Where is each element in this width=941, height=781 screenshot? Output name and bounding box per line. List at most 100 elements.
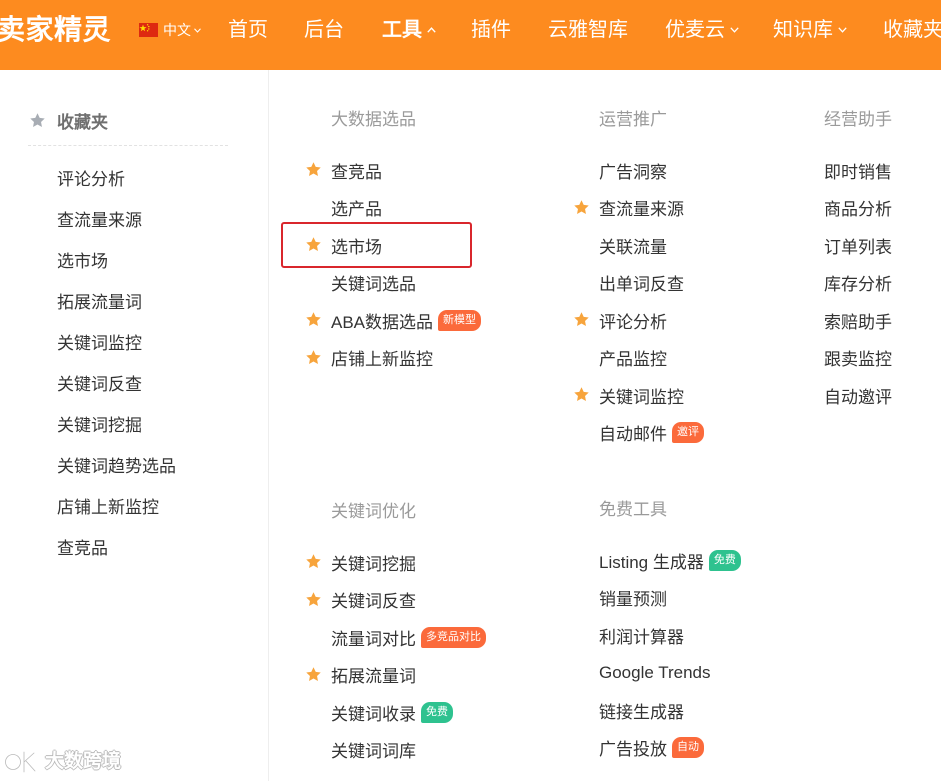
page: 卖家精灵 中文 首页 后台 工具 插件 云雅智库 优麦云 知识库 收藏夹 收藏夹… xyxy=(0,0,941,781)
menu-item-keyword-monitor[interactable]: 关键词监控 xyxy=(573,376,704,414)
menu-item-label: 商品分析 xyxy=(824,200,892,219)
group-title-free-tools: 免费工具 xyxy=(599,500,667,519)
fav-item-keyword-trend-selection[interactable]: 关键词趋势选品 xyxy=(57,446,176,487)
menu-item-keyword-mining[interactable]: 关键词挖掘 xyxy=(305,543,486,581)
menu-item-product-selection[interactable]: 选产品 xyxy=(305,189,481,227)
star-icon[interactable] xyxy=(573,311,590,328)
brand-logo[interactable]: 卖家精灵 xyxy=(0,12,116,48)
menu-item-keyword-selection[interactable]: 关键词选品 xyxy=(305,264,481,302)
menu-item-product-analysis[interactable]: 商品分析 xyxy=(798,189,892,227)
fav-item-competitor-research[interactable]: 查竞品 xyxy=(57,528,176,569)
menu-item-related-traffic[interactable]: 关联流量 xyxy=(573,226,704,264)
menu-item-label: 自动邀评 xyxy=(824,387,892,407)
menu-item-label: 查流量来源 xyxy=(599,200,684,219)
menu-item-ad-placement[interactable]: 广告投放 自动 xyxy=(573,729,741,767)
fav-item-reverse-keyword[interactable]: 关键词反查 xyxy=(57,364,176,405)
nav-plugins[interactable]: 插件 xyxy=(471,18,511,42)
favorites-list: 评论分析 查流量来源 选市场 拓展流量词 关键词监控 关键词反查 关键词挖掘 关… xyxy=(57,159,176,569)
menu-item-label: 店铺上新监控 xyxy=(331,350,433,369)
menu-item-reverse-keyword[interactable]: 关键词反查 xyxy=(305,581,486,619)
fav-item-expand-traffic-keywords[interactable]: 拓展流量词 xyxy=(57,282,176,323)
fav-item-keyword-monitor[interactable]: 关键词监控 xyxy=(57,323,176,364)
nav-home[interactable]: 首页 xyxy=(228,18,268,42)
nav-yunya-library[interactable]: 云雅智库 xyxy=(548,18,628,42)
menu-item-label: 关键词反查 xyxy=(331,592,416,611)
nav-favorites[interactable]: 收藏夹 xyxy=(883,18,941,42)
menu-item-keyword-library[interactable]: 关键词词库 xyxy=(305,731,486,769)
menu-item-label: 评论分析 xyxy=(599,312,667,332)
menu-item-market-research[interactable]: 选市场 xyxy=(305,226,481,264)
watermark-text: 大数跨境 xyxy=(45,751,122,772)
fav-item-keyword-mining[interactable]: 关键词挖掘 xyxy=(57,405,176,446)
language-switcher[interactable]: 中文 xyxy=(139,20,201,40)
menu-item-product-monitor[interactable]: 产品监控 xyxy=(573,339,704,377)
nav-tools-label: 工具 xyxy=(382,19,422,41)
menu-item-inventory-analysis[interactable]: 库存分析 xyxy=(798,264,892,302)
star-icon[interactable] xyxy=(305,591,322,608)
menu-item-label: 广告洞察 xyxy=(599,162,667,182)
menu-item-order-list[interactable]: 订单列表 xyxy=(798,226,892,264)
menu-item-label: 即时销售 xyxy=(824,162,892,182)
group-title-operations-promotion: 运营推广 xyxy=(599,110,667,129)
star-icon[interactable] xyxy=(573,199,590,216)
menu-item-review-analysis[interactable]: 评论分析 xyxy=(573,301,704,339)
fav-item-store-new-listing-monitor[interactable]: 店铺上新监控 xyxy=(57,487,176,528)
menu-item-traffic-source[interactable]: 查流量来源 xyxy=(573,189,704,227)
nav-tools[interactable]: 工具 xyxy=(382,18,436,42)
menu-item-label: 关键词监控 xyxy=(599,387,684,407)
menu-item-label: 关键词词库 xyxy=(331,742,416,761)
menu-item-order-keyword-reverse[interactable]: 出单词反查 xyxy=(573,264,704,302)
menu-item-profit-calculator[interactable]: 利润计算器 xyxy=(573,616,741,654)
star-icon[interactable] xyxy=(305,666,322,683)
star-icon xyxy=(29,112,46,129)
star-icon[interactable] xyxy=(305,236,322,253)
menu-item-label: 跟卖监控 xyxy=(824,350,892,369)
fav-item-traffic-source[interactable]: 查流量来源 xyxy=(57,200,176,241)
chevron-down-icon xyxy=(838,27,847,33)
star-icon[interactable] xyxy=(305,349,322,366)
menu-item-auto-review-request[interactable]: 自动邀评 xyxy=(798,376,892,414)
nav-yunya-library-label: 云雅智库 xyxy=(548,19,628,41)
nav-knowledge-base[interactable]: 知识库 xyxy=(773,18,847,42)
menu-item-claim-assistant[interactable]: 索赔助手 xyxy=(798,301,892,339)
chevron-down-icon xyxy=(194,27,201,33)
menu-item-label: 查竞品 xyxy=(331,162,382,182)
favorites-header: 收藏夹 xyxy=(29,108,108,132)
fav-item-market-research[interactable]: 选市场 xyxy=(57,241,176,282)
watermark-logo-icon xyxy=(4,750,37,774)
menu-item-label: 流量词对比 xyxy=(331,629,416,649)
menu-item-google-trends[interactable]: Google Trends xyxy=(573,654,741,692)
nav-plugins-label: 插件 xyxy=(471,19,511,41)
star-icon[interactable] xyxy=(305,553,322,570)
nav-youmaiyun[interactable]: 优麦云 xyxy=(665,18,739,42)
menu-item-expand-traffic-keywords[interactable]: 拓展流量词 xyxy=(305,656,486,694)
menu-item-aba-selection[interactable]: ABA数据选品 新模型 xyxy=(305,301,482,339)
watermark: 大数跨境 xyxy=(4,748,121,776)
china-flag-icon xyxy=(139,23,158,37)
menu-item-realtime-sales[interactable]: 即时销售 xyxy=(798,151,892,189)
menu-item-competitor-research[interactable]: 查竞品 xyxy=(305,151,481,189)
menu-item-ad-insights[interactable]: 广告洞察 xyxy=(573,151,704,189)
menu-item-store-new-listing-monitor[interactable]: 店铺上新监控 xyxy=(305,339,481,377)
auto-badge: 自动 xyxy=(672,737,704,758)
menu-item-sales-forecast[interactable]: 销量预测 xyxy=(573,579,741,617)
new-model-badge: 新模型 xyxy=(438,309,482,331)
brand-logo-text: 卖家精灵 xyxy=(0,14,112,45)
menu-item-listing-generator[interactable]: Listing 生成器 免费 xyxy=(573,541,741,579)
favorites-title: 收藏夹 xyxy=(57,112,108,132)
menu-item-traffic-keyword-compare[interactable]: 流量词对比 多竞品对比 xyxy=(305,618,486,656)
nav-backend[interactable]: 后台 xyxy=(304,18,344,42)
menu-item-link-generator[interactable]: 链接生成器 xyxy=(573,691,741,729)
menu-item-label: 广告投放 xyxy=(599,740,667,759)
star-icon[interactable] xyxy=(573,386,590,403)
operations-promotion-list: 广告洞察 查流量来源 关联流量 出单词反查 评论分析 产品监控 关键词监控 自动… xyxy=(573,151,704,451)
business-assistant-list: 即时销售 商品分析 订单列表 库存分析 索赔助手 跟卖监控 自动邀评 xyxy=(798,151,892,414)
menu-item-auto-email[interactable]: 自动邮件 邀评 xyxy=(573,414,704,452)
star-icon[interactable] xyxy=(305,161,322,178)
menu-item-hijacker-monitor[interactable]: 跟卖监控 xyxy=(798,339,892,377)
fav-item-review-analysis[interactable]: 评论分析 xyxy=(57,159,176,200)
menu-item-label: Google Trends xyxy=(599,662,711,682)
star-icon[interactable] xyxy=(305,311,322,328)
nav-knowledge-base-label: 知识库 xyxy=(773,19,833,41)
menu-item-keyword-indexing[interactable]: 关键词收录 免费 xyxy=(305,693,486,731)
